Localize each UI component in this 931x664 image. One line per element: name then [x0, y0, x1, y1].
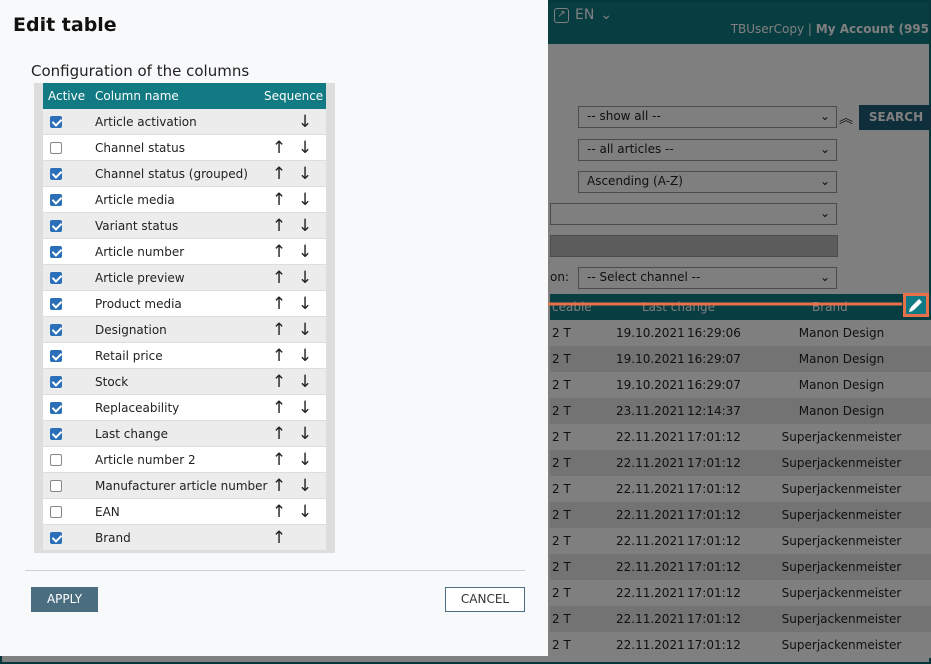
move-down-arrow-icon[interactable]: ↓ [297, 320, 313, 340]
column-config-row: Stock ↑ ↓ [43, 369, 326, 395]
active-checkbox[interactable] [50, 298, 62, 310]
move-down-arrow-icon[interactable]: ↓ [297, 398, 313, 418]
column-config-table: Active Column name Sequence Article acti… [34, 83, 335, 553]
column-name: Stock [95, 375, 129, 389]
active-checkbox[interactable] [50, 168, 62, 180]
active-checkbox[interactable] [50, 506, 62, 518]
move-down-arrow-icon[interactable]: ↓ [297, 346, 313, 366]
config-section-title: Configuration of the columns [31, 62, 250, 80]
column-config-row: Product media ↑ ↓ [43, 291, 326, 317]
column-name: Article number 2 [95, 453, 196, 467]
column-config-row: Article activation ↓ [43, 109, 326, 135]
move-up-arrow-icon[interactable]: ↑ [271, 294, 287, 314]
move-up-arrow-icon[interactable]: ↑ [271, 398, 287, 418]
column-name: Product media [95, 297, 182, 311]
move-up-arrow-icon[interactable]: ↑ [271, 528, 287, 548]
column-config-row: Channel status (grouped) ↑ ↓ [43, 161, 326, 187]
move-down-arrow-icon[interactable]: ↓ [297, 294, 313, 314]
move-up-arrow-icon[interactable]: ↑ [271, 138, 287, 158]
column-config-row: Last change ↑ ↓ [43, 421, 326, 447]
move-down-arrow-icon[interactable]: ↓ [297, 164, 313, 184]
active-checkbox[interactable] [50, 142, 62, 154]
move-down-arrow-icon[interactable]: ↓ [297, 190, 313, 210]
move-down-arrow-icon[interactable]: ↓ [297, 268, 313, 288]
move-down-arrow-icon[interactable]: ↓ [297, 112, 313, 132]
active-checkbox[interactable] [50, 324, 62, 336]
column-config-row: Replaceability ↑ ↓ [43, 395, 326, 421]
move-up-arrow-icon[interactable]: ↑ [271, 190, 287, 210]
column-name: Variant status [95, 219, 179, 233]
active-checkbox[interactable] [50, 246, 62, 258]
header-sequence: Sequence [264, 89, 324, 103]
move-down-arrow-icon[interactable]: ↓ [297, 372, 313, 392]
active-checkbox[interactable] [50, 480, 62, 492]
annotation-arrow [520, 293, 902, 315]
column-config-rows: Article activation ↓ Channel status ↑ ↓ Chann… [43, 109, 326, 551]
move-up-arrow-icon[interactable]: ↑ [271, 242, 287, 262]
column-name: Article preview [95, 271, 185, 285]
column-config-row: Channel status ↑ ↓ [43, 135, 326, 161]
active-checkbox[interactable] [50, 376, 62, 388]
column-config-row: EAN ↑ ↓ [43, 499, 326, 525]
column-name: Article media [95, 193, 175, 207]
move-down-arrow-icon[interactable]: ↓ [297, 450, 313, 470]
move-up-arrow-icon[interactable]: ↑ [271, 502, 287, 522]
move-up-arrow-icon[interactable]: ↑ [271, 346, 287, 366]
column-name: Channel status [95, 141, 185, 155]
column-config-row: Article number ↑ ↓ [43, 239, 326, 265]
active-checkbox[interactable] [50, 428, 62, 440]
move-down-arrow-icon[interactable]: ↓ [297, 424, 313, 444]
column-config-row: Designation ↑ ↓ [43, 317, 326, 343]
move-up-arrow-icon[interactable]: ↑ [271, 450, 287, 470]
column-config-row: Brand ↑ [43, 525, 326, 551]
edit-table-dialog: Edit table Configuration of the columns … [0, 0, 548, 656]
column-name: Article number [95, 245, 185, 259]
active-checkbox[interactable] [50, 350, 62, 362]
move-down-arrow-icon[interactable]: ↓ [297, 502, 313, 522]
active-checkbox[interactable] [50, 532, 62, 544]
column-name: Replaceability [95, 401, 180, 415]
active-checkbox[interactable] [50, 220, 62, 232]
move-up-arrow-icon[interactable]: ↑ [271, 476, 287, 496]
move-down-arrow-icon[interactable]: ↓ [297, 138, 313, 158]
header-active: Active [48, 89, 86, 103]
move-up-arrow-icon[interactable]: ↑ [271, 164, 287, 184]
column-name: Channel status (grouped) [95, 167, 248, 181]
move-up-arrow-icon[interactable]: ↑ [271, 268, 287, 288]
column-name: Retail price [95, 349, 163, 363]
column-name: Article activation [95, 115, 197, 129]
column-name: Manufacturer article number [95, 479, 268, 493]
edit-table-button[interactable] [903, 293, 929, 317]
column-config-row: Retail price ↑ ↓ [43, 343, 326, 369]
pencil-icon [909, 299, 922, 312]
active-checkbox[interactable] [50, 116, 62, 128]
move-down-arrow-icon[interactable]: ↓ [297, 476, 313, 496]
active-checkbox[interactable] [50, 402, 62, 414]
move-up-arrow-icon[interactable]: ↑ [271, 424, 287, 444]
move-up-arrow-icon[interactable]: ↑ [271, 372, 287, 392]
move-down-arrow-icon[interactable]: ↓ [297, 216, 313, 236]
footer-divider [25, 570, 525, 571]
apply-button[interactable]: APPLY [31, 587, 98, 612]
dialog-title: Edit table [13, 14, 117, 36]
column-config-row: Manufacturer article number ↑ ↓ [43, 473, 326, 499]
column-name: EAN [95, 505, 120, 519]
column-name: Last change [95, 427, 168, 441]
move-up-arrow-icon[interactable]: ↑ [271, 320, 287, 340]
header-column-name: Column name [95, 89, 179, 103]
active-checkbox[interactable] [50, 454, 62, 466]
column-config-row: Variant status ↑ ↓ [43, 213, 326, 239]
column-config-header: Active Column name Sequence [43, 83, 326, 109]
column-name: Brand [95, 531, 131, 545]
column-config-row: Article media ↑ ↓ [43, 187, 326, 213]
move-down-arrow-icon[interactable]: ↓ [297, 242, 313, 262]
column-name: Designation [95, 323, 167, 337]
move-up-arrow-icon[interactable]: ↑ [271, 216, 287, 236]
column-config-row: Article number 2 ↑ ↓ [43, 447, 326, 473]
active-checkbox[interactable] [50, 194, 62, 206]
column-config-row: Article preview ↑ ↓ [43, 265, 326, 291]
active-checkbox[interactable] [50, 272, 62, 284]
cancel-button[interactable]: CANCEL [445, 587, 525, 612]
